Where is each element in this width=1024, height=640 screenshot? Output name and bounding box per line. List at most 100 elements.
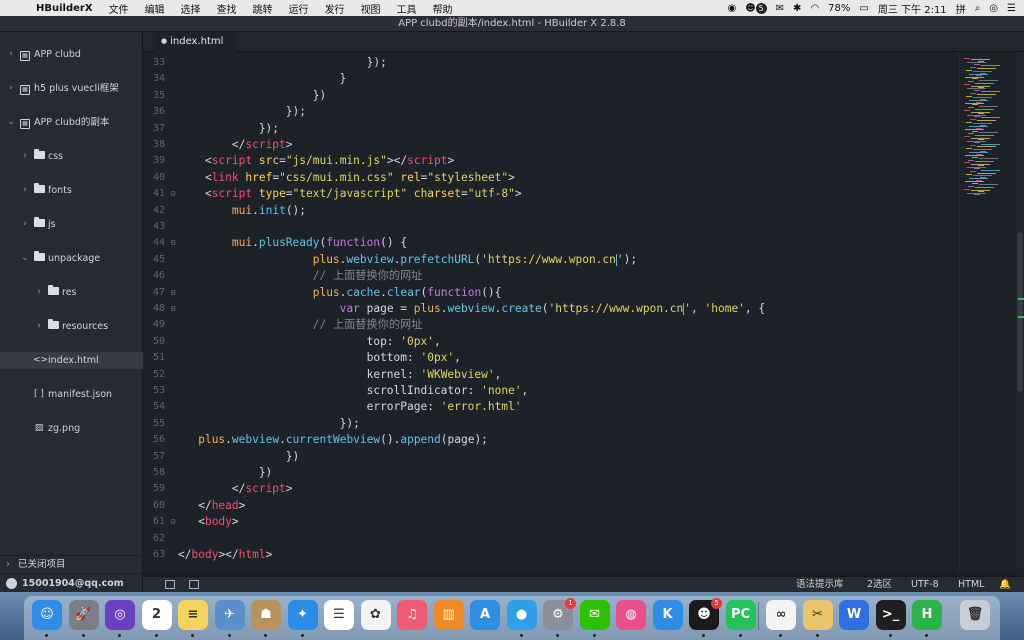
tree-item-folder[interactable]: › fonts xyxy=(0,182,143,199)
dock-contacts-icon[interactable]: ☗ xyxy=(251,600,281,630)
tree-item-project[interactable]: ⌄ ▦ APP clubd的副本 xyxy=(0,114,143,131)
notification-center-icon[interactable]: ☰ xyxy=(1007,3,1016,14)
code-line[interactable]: 47 ⊟ plus.cache.clear(function(){ xyxy=(143,285,959,301)
menu-tools[interactable]: 工具 xyxy=(389,1,425,16)
wifi-icon[interactable]: ◠ xyxy=(810,3,819,14)
dock-launchpad-icon[interactable]: 🚀 xyxy=(68,600,99,630)
tree-item-project[interactable]: › ▦ APP clubd xyxy=(0,46,143,63)
code-line[interactable]: 40 <link href="css/mui.min.css" rel="sty… xyxy=(143,170,959,186)
menu-app-name[interactable]: HBuilderX xyxy=(28,3,101,14)
code-line[interactable]: 48 ⊟ var page = plus.webview.create('http… xyxy=(143,301,959,317)
dock-preview-icon[interactable]: ✈ xyxy=(214,600,245,630)
input-method-icon[interactable]: 拼 xyxy=(956,1,966,16)
fold-toggle-icon[interactable]: ⊟ xyxy=(169,186,177,202)
tree-item-json[interactable]: [ ] manifest.json xyxy=(0,386,143,403)
dock-finder-icon[interactable]: ☺ xyxy=(32,600,62,630)
code-line[interactable]: 57 }) xyxy=(143,449,959,465)
code-line[interactable]: 44 ⊟ mui.plusReady(function() { xyxy=(143,235,959,251)
dock-calendar-icon[interactable]: 2 xyxy=(141,600,172,630)
code-line[interactable]: 36 }); xyxy=(143,104,959,120)
code-line[interactable]: 53 scrollIndicator: 'none', xyxy=(143,383,959,399)
dock-hbuilderx-icon[interactable]: H xyxy=(912,600,942,630)
code-line[interactable]: 59 </script> xyxy=(143,481,959,497)
tree-item-folder[interactable]: ⌄ unpackage xyxy=(0,250,143,267)
code-line[interactable]: 56 plus.webview.currentWebview().append(… xyxy=(143,432,959,448)
scrollbar-thumb[interactable] xyxy=(1017,232,1023,392)
menu-help[interactable]: 帮助 xyxy=(425,1,461,16)
code-line[interactable]: 38 </script> xyxy=(143,137,959,153)
dock-wps-office-icon[interactable]: W xyxy=(839,600,869,630)
list-icon[interactable] xyxy=(165,580,175,589)
tree-item-project[interactable]: › ▦ h5 plus vuecli框架 xyxy=(0,80,143,97)
minimap[interactable] xyxy=(959,52,1016,572)
vertical-scrollbar[interactable] xyxy=(1016,52,1024,572)
chevron-right-icon[interactable]: › xyxy=(6,46,16,63)
tree-item-image[interactable]: ▨ zg.png xyxy=(0,420,143,437)
dock-siri-icon[interactable]: ◎ xyxy=(105,600,135,630)
media-control-icon[interactable]: ◉ xyxy=(727,3,736,14)
tree-item-folder[interactable]: › css xyxy=(0,148,143,165)
siri-icon[interactable]: ◎ xyxy=(989,3,998,14)
fold-toggle-icon[interactable]: ⊟ xyxy=(169,301,177,317)
code-line[interactable]: 35 }) xyxy=(143,88,959,104)
qq-tray-icon[interactable]: ☻ 5 xyxy=(745,2,767,14)
menu-find[interactable]: 查找 xyxy=(209,1,245,16)
dock-pycharm-icon[interactable]: PC xyxy=(725,600,756,630)
code-line[interactable]: 43 xyxy=(143,219,959,235)
tab-index-html[interactable]: ● index.html xyxy=(155,32,235,52)
dock-safari-icon[interactable]: ✦ xyxy=(287,600,318,630)
chevron-right-icon[interactable]: › xyxy=(20,182,30,199)
dock-app-store-icon[interactable]: A xyxy=(470,600,500,630)
wechat-tray-icon[interactable]: ✉ xyxy=(776,3,784,14)
menu-view[interactable]: 视图 xyxy=(353,1,389,16)
fold-toggle-icon[interactable]: ⊟ xyxy=(169,514,177,530)
code-line[interactable]: 42 mui.init(); xyxy=(143,203,959,219)
code-line[interactable]: 54 errorPage: 'error.html' xyxy=(143,399,959,415)
clock[interactable]: 周三 下午 2:11 xyxy=(878,1,947,16)
chevron-right-icon[interactable]: › xyxy=(34,318,44,335)
menu-run[interactable]: 运行 xyxy=(281,1,317,16)
code-line[interactable]: 61 ⊟ <body> xyxy=(143,514,959,530)
menu-edit[interactable]: 编辑 xyxy=(137,1,173,16)
tree-item-folder[interactable]: › resources xyxy=(0,318,143,335)
code-line[interactable]: 39 <script src="js/mui.min.js"></script> xyxy=(143,153,959,169)
chevron-down-icon[interactable]: ⌄ xyxy=(6,114,16,131)
closed-projects-section[interactable]: › 已关闭项目 xyxy=(0,555,143,573)
language-mode[interactable]: HTML xyxy=(958,577,984,593)
menu-select[interactable]: 选择 xyxy=(173,1,209,16)
dock-trash-icon[interactable]: 🗑 xyxy=(960,600,990,630)
dock-photos-icon[interactable]: ✿ xyxy=(360,600,391,630)
account-bar[interactable]: 15001904@qq.com xyxy=(0,573,143,592)
bluetooth-icon[interactable]: ✱ xyxy=(793,3,801,14)
battery-percent[interactable]: 78% xyxy=(828,3,850,14)
code-line[interactable]: 41 ⊟ <script type="text/javascript" chars… xyxy=(143,186,959,202)
dock-color-app-icon[interactable]: ◍ xyxy=(616,600,646,630)
chevron-right-icon[interactable]: › xyxy=(20,148,30,165)
code-line[interactable]: 34 } xyxy=(143,71,959,87)
fold-toggle-icon[interactable]: ⊟ xyxy=(169,285,177,301)
chevron-right-icon[interactable]: › xyxy=(6,80,16,97)
fold-toggle-icon[interactable]: ⊟ xyxy=(169,235,177,251)
code-line[interactable]: 51 bottom: '0px', xyxy=(143,350,959,366)
menu-goto[interactable]: 跳转 xyxy=(245,1,281,16)
tree-item-folder[interactable]: › res xyxy=(0,284,143,301)
dock-qq-browser-icon[interactable]: ● xyxy=(506,600,537,630)
menu-file[interactable]: 文件 xyxy=(101,1,137,16)
dock-baidu-netdisk-icon[interactable]: ∞ xyxy=(766,600,796,630)
menu-publish[interactable]: 发行 xyxy=(317,1,353,16)
code-line[interactable]: 37 }); xyxy=(143,121,959,137)
dock-keynote-k-icon[interactable]: K xyxy=(652,600,683,630)
code-line[interactable]: 60 </head> xyxy=(143,498,959,514)
console-icon[interactable] xyxy=(189,580,199,589)
dock-scissors-tool-icon[interactable]: ✂ xyxy=(802,600,833,630)
tree-item-folder[interactable]: › js xyxy=(0,216,143,233)
code-line[interactable]: 46 // 上面替换你的网址 xyxy=(143,268,959,284)
dock-books-icon[interactable]: ▥ xyxy=(433,600,464,630)
dock-wechat-icon[interactable]: ✉ xyxy=(579,600,610,630)
tree-item-html[interactable]: <> index.html xyxy=(0,352,143,369)
battery-icon[interactable]: ▭ xyxy=(859,3,868,14)
code-editor[interactable]: 33 }); 34 } 35 }) 36 }); 37 }); 38 </script> 3… xyxy=(143,52,959,572)
chevron-right-icon[interactable]: › xyxy=(34,284,44,301)
encoding[interactable]: UTF-8 xyxy=(911,577,939,593)
notifications-icon[interactable]: 🔔 xyxy=(999,577,1011,593)
